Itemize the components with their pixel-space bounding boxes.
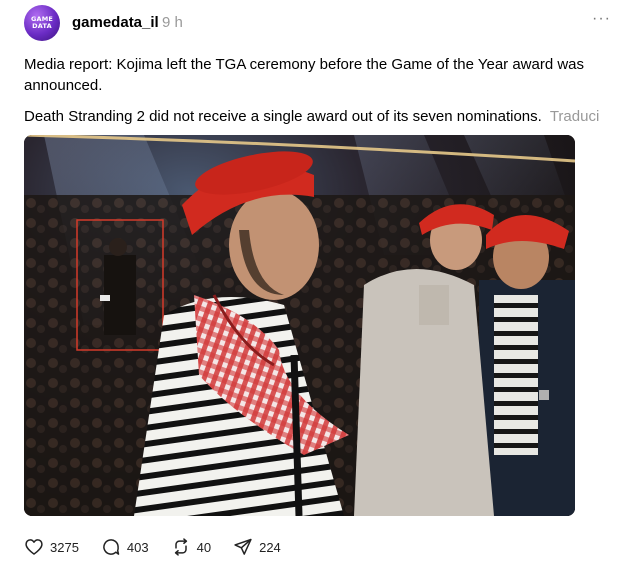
- post-time: 9 h: [162, 14, 183, 31]
- comment-icon: [103, 539, 120, 555]
- post-text-paragraph-2: Death Stranding 2 did not receive a sing…: [24, 106, 614, 127]
- threads-post: GAME DATA gamedata_il 9 h ··· Media repo…: [0, 0, 638, 571]
- post-image[interactable]: [24, 135, 575, 516]
- share-count: 224: [259, 539, 281, 555]
- post-image-scene: [24, 135, 575, 516]
- share-button[interactable]: 224: [233, 537, 281, 557]
- like-button[interactable]: 3275: [24, 537, 79, 557]
- action-bar: 3275 403 40 224: [24, 536, 303, 558]
- more-dots-icon[interactable]: ···: [592, 10, 611, 28]
- repost-icon: [174, 538, 187, 556]
- post-text-paragraph-2-body: Death Stranding 2 did not receive a sing…: [24, 108, 542, 125]
- reply-count: 403: [126, 539, 149, 555]
- send-icon: [234, 538, 252, 555]
- heart-icon: [25, 539, 43, 555]
- reply-button[interactable]: 403: [101, 537, 149, 557]
- like-count: 3275: [50, 539, 79, 555]
- post-text-paragraph-1: Media report: Kojima left the TGA ceremo…: [24, 56, 585, 94]
- username[interactable]: gamedata_il: [72, 14, 159, 31]
- translate-link[interactable]: Traduci: [550, 108, 599, 125]
- avatar-text-bottom: DATA: [32, 22, 52, 30]
- repost-count: 40: [196, 539, 212, 555]
- repost-button[interactable]: 40: [171, 537, 211, 557]
- avatar[interactable]: GAME DATA: [24, 5, 60, 41]
